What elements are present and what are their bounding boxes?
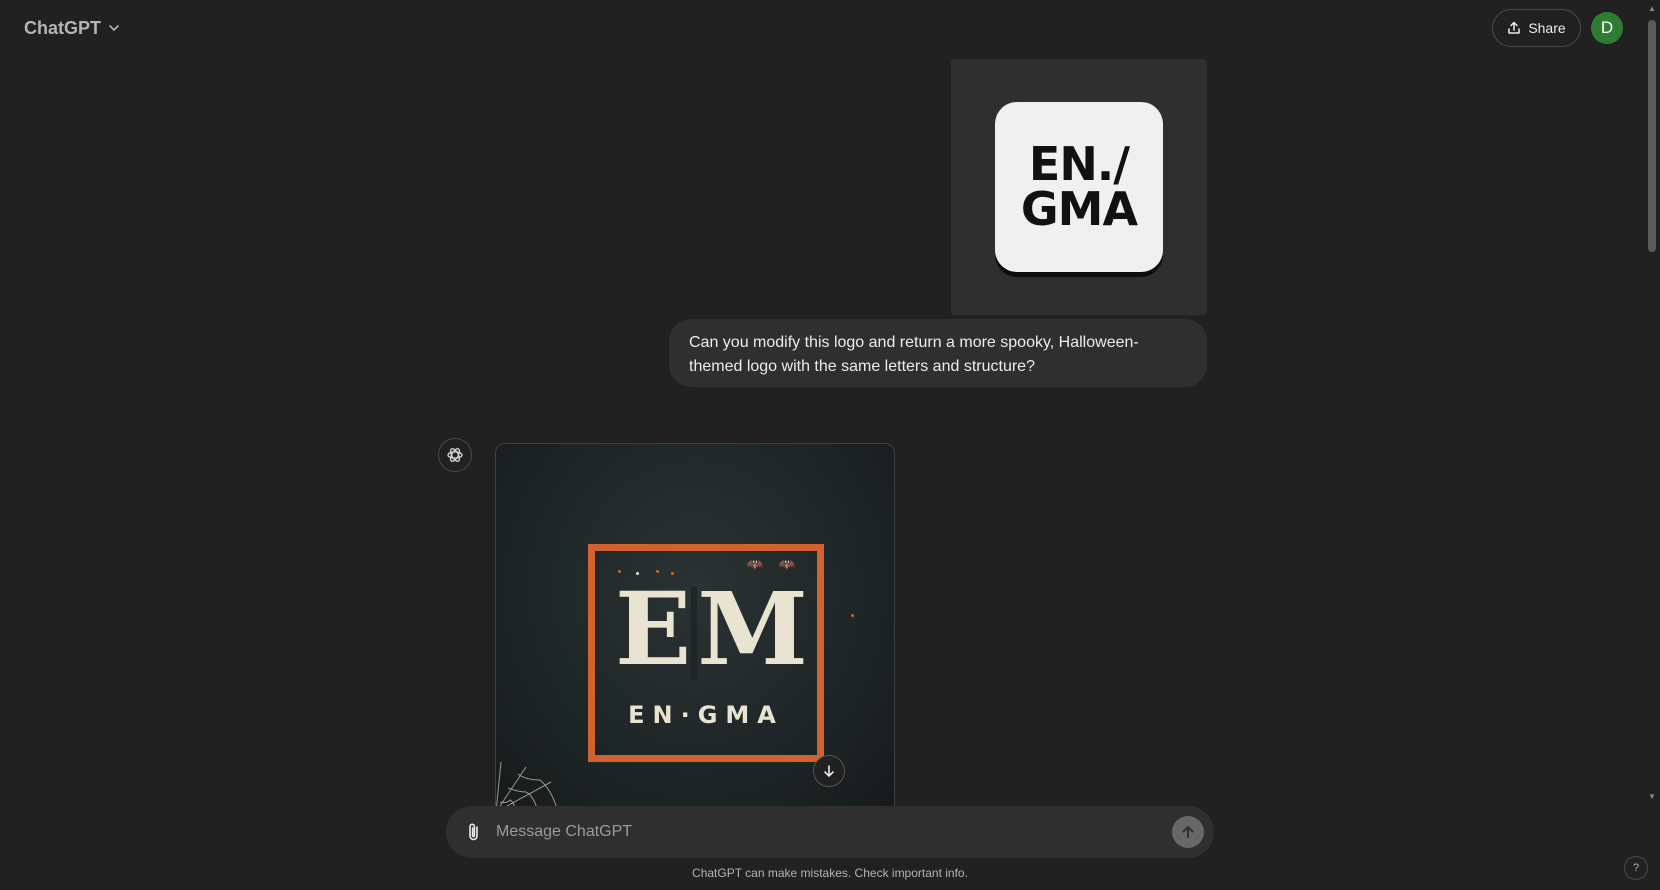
spooky-enigma-text: EN·GMA xyxy=(628,701,784,729)
spooky-em-letters: EM xyxy=(615,570,814,688)
user-message-bubble: Can you modify this logo and return a mo… xyxy=(669,319,1207,387)
spiderweb-icon xyxy=(496,762,558,809)
scroll-thumb[interactable] xyxy=(1648,20,1656,252)
logo-line-1: EN./ xyxy=(1028,136,1130,191)
arrow-up-icon xyxy=(1182,826,1194,838)
disclaimer-text: ChatGPT can make mistakes. Check importa… xyxy=(692,866,968,880)
scroll-to-bottom-button[interactable] xyxy=(813,755,845,787)
chevron-down-icon xyxy=(109,25,119,32)
message-composer xyxy=(446,806,1214,858)
user-uploaded-image[interactable]: EN./ GMA xyxy=(951,59,1207,315)
arrow-down-icon xyxy=(824,765,834,777)
generated-spooky-logo-image[interactable]: 🦇 🦇 EM EN·GMA xyxy=(495,443,895,810)
user-avatar[interactable]: D xyxy=(1591,12,1623,44)
top-bar: ChatGPT Share D xyxy=(0,0,1644,56)
chatgpt-logo-icon xyxy=(438,438,472,472)
scroll-down-arrow-icon[interactable]: ▼ xyxy=(1647,792,1657,802)
enigma-logo-image: EN./ GMA xyxy=(995,102,1163,272)
model-selector[interactable]: ChatGPT xyxy=(14,12,131,44)
logo-line-2: GMA xyxy=(1020,182,1138,236)
send-button[interactable] xyxy=(1172,816,1204,848)
spooky-logo-frame: EM EN·GMA xyxy=(588,544,824,762)
message-input[interactable] xyxy=(496,816,1136,848)
model-name: ChatGPT xyxy=(24,17,102,38)
scrollbar[interactable]: ▲ ▼ xyxy=(1644,0,1660,890)
share-button[interactable]: Share xyxy=(1492,9,1581,47)
help-button[interactable]: ? xyxy=(1624,856,1648,880)
share-label: Share xyxy=(1528,20,1566,36)
scroll-up-arrow-icon[interactable]: ▲ xyxy=(1647,4,1657,14)
share-icon xyxy=(1508,21,1521,34)
paperclip-icon xyxy=(469,823,478,841)
attach-file-button[interactable] xyxy=(460,818,488,846)
